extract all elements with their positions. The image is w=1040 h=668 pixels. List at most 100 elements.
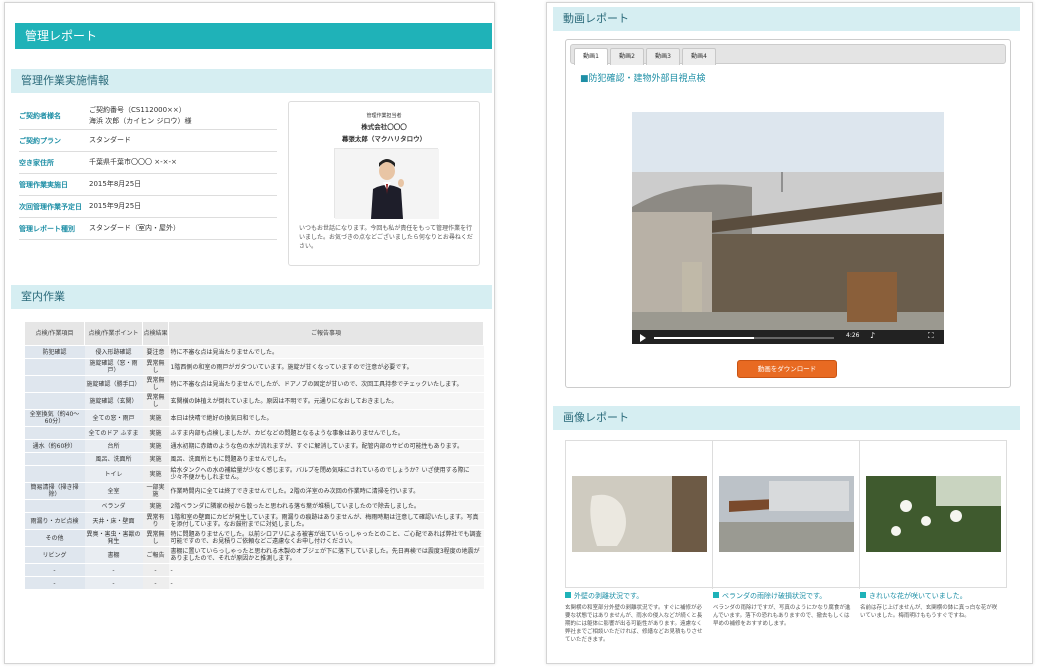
photo-cell	[566, 441, 713, 589]
info-value: スタンダード（室内・屋外）	[89, 223, 277, 234]
info-row: 管理作業実施日 2015年8月25日	[19, 174, 277, 196]
table-row: 施錠確認（窓・雨戸） 異常無し 1階西側の和室の雨戸がガタついています。施錠が甘くな…	[24, 358, 484, 376]
category-cell	[24, 358, 85, 376]
point-cell: 全ての窓・雨戸	[84, 409, 143, 427]
result-cell: 実施	[142, 426, 169, 440]
flower-photo[interactable]	[866, 476, 1001, 552]
staff-name: 幕張太郎（マクハリタロウ）	[341, 135, 427, 143]
video-time: 4:26	[846, 332, 860, 339]
video-title: ■防犯確認・建物外部目視点検	[580, 74, 706, 84]
result-cell: 実施	[142, 465, 169, 483]
indoor-section-heading: 室内作業	[11, 285, 492, 309]
media-report-panel: 動画レポート 動画1 動画2 動画3 動画4 ■防犯確認・建物外部目視点検 4:…	[546, 2, 1033, 664]
category-cell: リビング	[24, 546, 85, 564]
info-value: 2015年8月25日	[89, 179, 277, 190]
indoor-work-table: 点検/作業項目 点検/作業ポイント 点検結果 ご報告事項 防犯確認 侵入形跡確認要…	[24, 321, 484, 590]
point-cell: トイレ	[84, 465, 143, 483]
category-cell	[24, 465, 85, 483]
note-cell: 特に不審な点は見当たりませんでしたが、ドアノブの固定が甘いので、次回工具持参でチ…	[168, 375, 484, 393]
category-cell: 全室換気（約40〜60分）	[24, 409, 85, 427]
table-row: 風呂、洗面所 実施 風呂、洗面所ともに問題ありませんでした。	[24, 452, 484, 466]
table-row: 施錠確認（玄関） 異常無し 玄関横の鉢植えが倒れていました。原因は不明です。元通りに…	[24, 392, 484, 410]
square-icon	[713, 592, 719, 598]
management-report-panel: 管理レポート 管理作業実施情報 ご契約者様名 ご契約番号（CS112000××） 海…	[4, 2, 495, 664]
category-cell	[24, 375, 85, 393]
table-row: 全室換気（約40〜60分） 全ての窓・雨戸 実施 本日は快晴で絶好の換気日和でした。	[24, 409, 484, 427]
point-cell: 施錠確認（勝手口）	[84, 375, 143, 393]
staff-photo	[334, 148, 439, 219]
info-key: 管理作業実施日	[19, 180, 68, 189]
caption-body: 玄関横の和室部分外壁の剥離状況です。すぐに補修が必要な状態ではありませんが、雨水…	[565, 605, 703, 643]
note-cell: -	[168, 563, 484, 577]
info-row: 次回管理作業予定日 2015年9月25日	[19, 196, 277, 218]
header-point: 点検/作業ポイント	[84, 321, 143, 346]
video-tabs: 動画1 動画2 動画3 動画4	[570, 44, 1006, 65]
table-row: 簡易清掃（掃き掃除） 全室 一部実施 作業時間内に全ては終了できませんでした。2階の洋…	[24, 482, 484, 500]
info-value: 千葉県千葉市〇〇〇 ×-×-×	[89, 157, 277, 168]
staff-message: いつもお世話になります。今回も私が責任をもって管理作業を行いました。お気づきの点…	[299, 225, 473, 250]
result-cell: ご報告	[142, 546, 169, 564]
result-cell: 異常有り	[142, 512, 169, 530]
header-result: 点検結果	[142, 321, 169, 346]
note-cell: 特に不審な点は見当たりませんでした。	[168, 345, 484, 359]
staff-card: 管理作業担当者 株式会社〇〇〇 幕張太郎（マクハリタロウ） いつもお世話になりま…	[288, 101, 480, 266]
point-cell: 台所	[84, 439, 143, 453]
caption-title: 外壁の剥離状況です。	[574, 592, 644, 600]
info-value-line: スタンダード	[89, 136, 131, 144]
point-cell: ベランダ	[84, 499, 143, 513]
table-row: その他 異臭・害虫・害獣の発生 異常無し 特に問題ありませんでした。以前シロアリによる…	[24, 529, 484, 547]
tab-video-2[interactable]: 動画2	[610, 48, 644, 65]
category-cell	[24, 452, 85, 466]
note-cell: 特に問題ありませんでした。以前シロアリによる被害が出ていらっしゃったとのこと、ご…	[168, 529, 484, 547]
table-row: ----	[24, 563, 484, 577]
square-icon	[860, 592, 866, 598]
note-cell: 1階西側の和室の雨戸がガタついています。施錠が甘くなっていますので注意が必要です…	[168, 358, 484, 376]
video-box: 動画1 動画2 動画3 動画4 ■防犯確認・建物外部目視点検 4:26 ♪ ⛶ …	[565, 39, 1011, 388]
tab-video-3[interactable]: 動画3	[646, 48, 680, 65]
note-cell: 給水タンクへの水の補給量が少なく感じます。バルブを閉め気味にされているのでしょう…	[168, 465, 484, 483]
note-cell: 通水初期に赤錆のような色の水が流れますが、すぐに解消しています。配管内部のサビの…	[168, 439, 484, 453]
category-cell: 簡易清掃（掃き掃除）	[24, 482, 85, 500]
info-key: 空き家住所	[19, 158, 54, 167]
result-cell: 実施	[142, 439, 169, 453]
volume-icon[interactable]: ♪	[870, 331, 875, 340]
video-player[interactable]: 4:26 ♪ ⛶	[632, 112, 944, 344]
photo-grid	[565, 440, 1007, 589]
table-row: 通水（約60秒） 台所 実施 通水初期に赤錆のような色の水が流れますが、すぐに解消して…	[24, 439, 484, 453]
staff-role: 管理作業担当者	[366, 113, 402, 119]
category-cell: -	[24, 563, 85, 577]
fullscreen-icon[interactable]: ⛶	[928, 331, 934, 341]
table-row: 施錠確認（勝手口） 異常無し 特に不審な点は見当たりませんでしたが、ドアノブの固定が…	[24, 375, 484, 393]
note-cell: 玄関横の鉢植えが倒れていました。原因は不明です。元通りになおしておきました。	[168, 392, 484, 410]
category-cell: -	[24, 576, 85, 590]
category-cell	[24, 392, 85, 410]
wall-peeling-photo[interactable]	[572, 476, 707, 552]
result-cell: 異常無し	[142, 529, 169, 547]
info-row: 管理レポート種別 スタンダード（室内・屋外）	[19, 218, 277, 240]
table-row: ----	[24, 576, 484, 590]
result-cell: 異常無し	[142, 375, 169, 393]
caption-body: ベランダの雨除けですが、写真のようにかなり腐食が進んでいます。落下の恐れもありま…	[713, 605, 851, 627]
download-video-button[interactable]: 動画をダウンロード	[737, 360, 837, 378]
info-value-line: 海浜 次郎（カイヒン ジロウ）様	[89, 117, 192, 125]
info-value: 2015年9月25日	[89, 201, 277, 212]
category-cell	[24, 426, 85, 440]
info-row: ご契約プラン スタンダード	[19, 130, 277, 152]
tab-video-4[interactable]: 動画4	[682, 48, 716, 65]
photo-cell	[713, 441, 860, 589]
category-cell	[24, 499, 85, 513]
caption-body: 名前は存じ上げませんが、玄関横の鉢に真っ白な花が咲いていました。梅雨明けももうす…	[860, 605, 998, 619]
table-row: 雨漏り・カビ点検 天井・床・壁面 異常有り 1階和室の壁面にカビが発生しています。雨漏…	[24, 512, 484, 530]
info-value-line: スタンダード（室内・屋外）	[89, 224, 180, 232]
tab-video-1[interactable]: 動画1	[574, 48, 608, 65]
info-value: スタンダード	[89, 135, 277, 146]
info-key: 管理レポート種別	[19, 224, 75, 233]
veranda-damage-photo[interactable]	[719, 476, 854, 552]
contract-info-table: ご契約者様名 ご契約番号（CS112000××） 海浜 次郎（カイヒン ジロウ）様ご…	[19, 103, 277, 240]
point-cell: 施錠確認（玄関）	[84, 392, 143, 410]
point-cell: 天井・床・壁面	[84, 512, 143, 530]
caption-1: 外壁の剥離状況です。 玄関横の和室部分外壁の剥離状況です。すぐに補修が必要な状態…	[565, 591, 705, 644]
caption-title: ベランダの雨除け破損状況です。	[722, 592, 827, 600]
note-cell: 書棚に置いていらっしゃったと思われる木製のオブジェが下に落下していました。先日再…	[168, 546, 484, 564]
result-cell: 実施	[142, 499, 169, 513]
